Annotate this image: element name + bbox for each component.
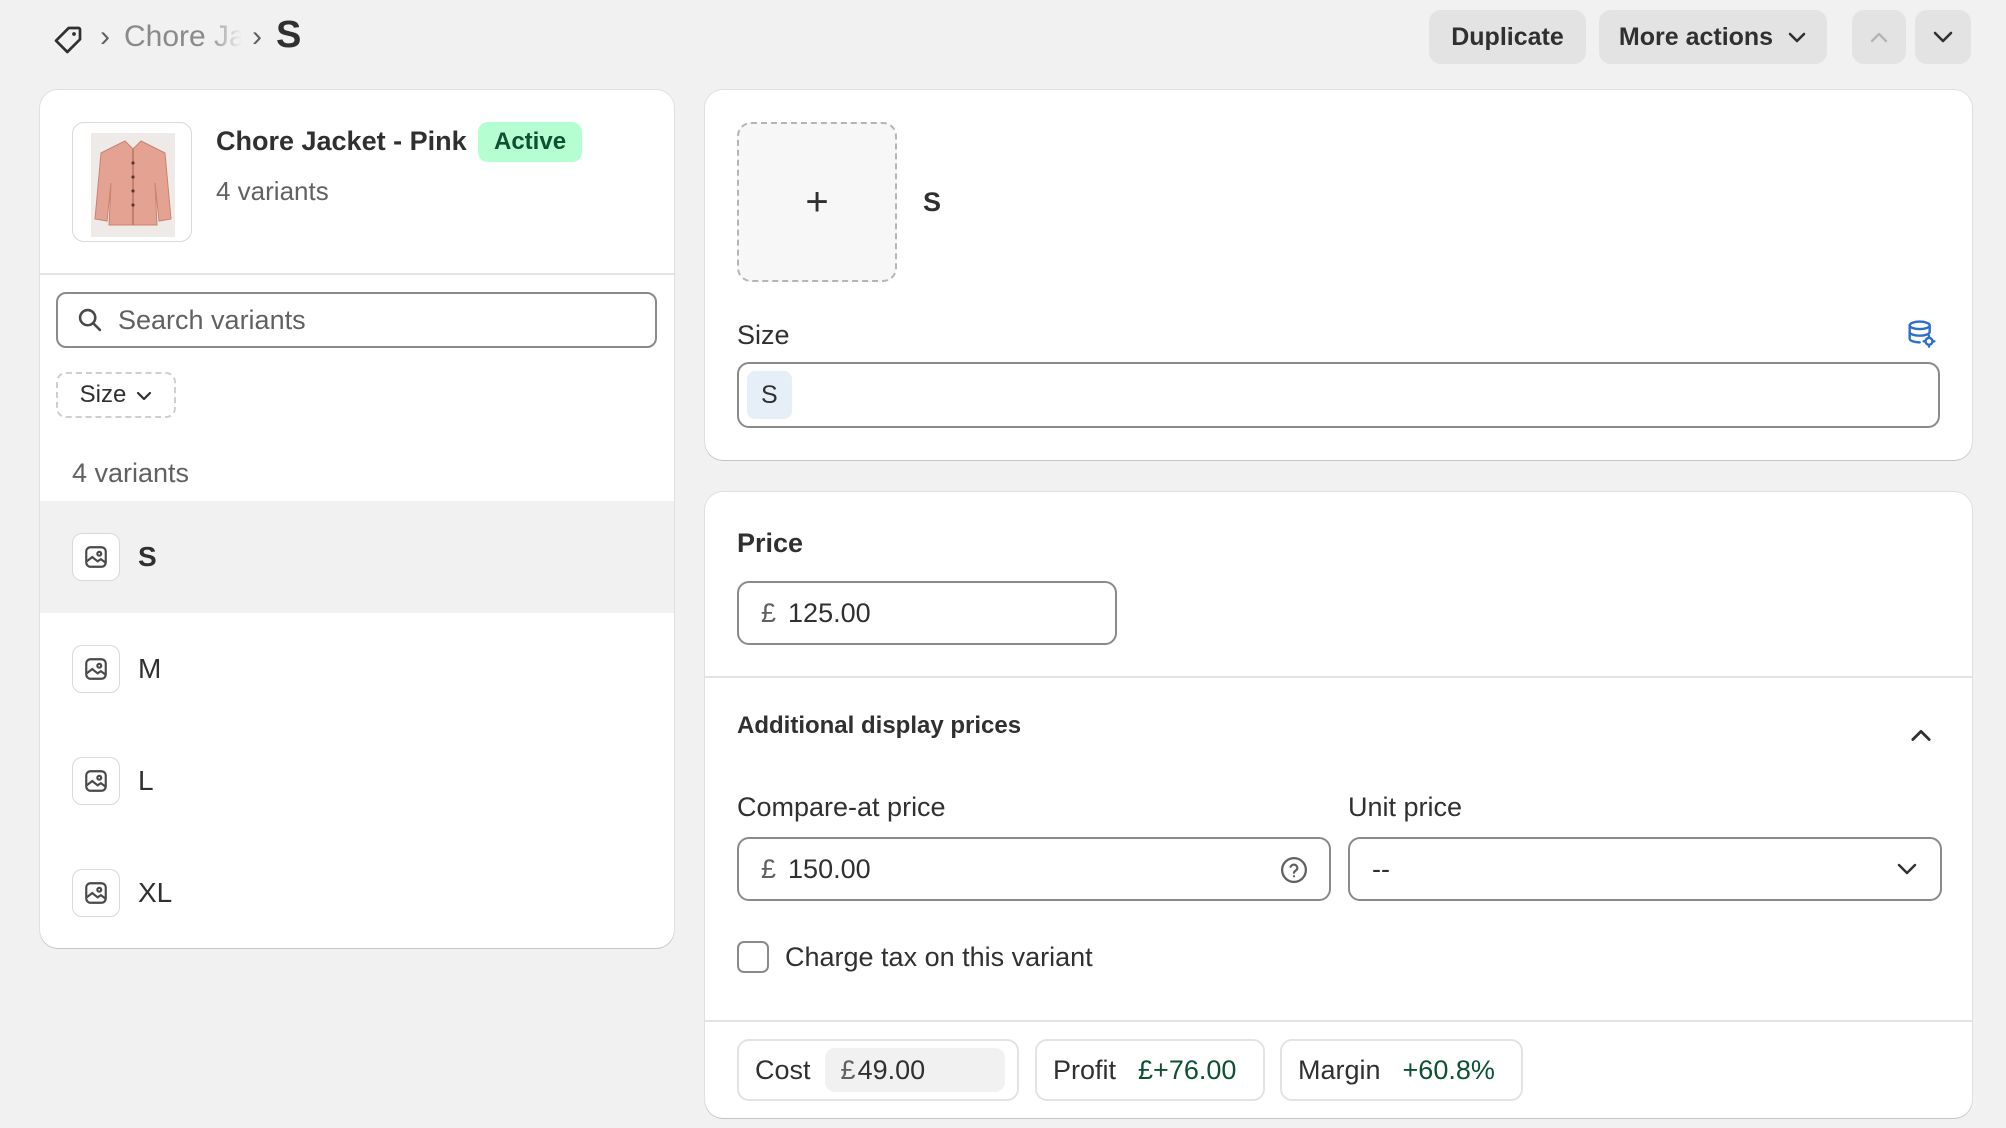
profit-label: Profit <box>1053 1054 1117 1085</box>
cost-input[interactable]: £ 49.00 <box>824 1048 1005 1092</box>
help-icon[interactable] <box>1279 855 1309 885</box>
chevron-down-icon <box>137 391 152 400</box>
price-section-title: Price <box>737 528 804 558</box>
image-placeholder-icon <box>72 533 120 581</box>
compare-at-price-label: Compare-at price <box>737 792 946 822</box>
size-filter-button[interactable]: Size <box>56 372 176 418</box>
more-actions-button[interactable]: More actions <box>1599 10 1827 64</box>
variant-label: M <box>138 653 162 684</box>
variant-title: S <box>923 187 942 217</box>
image-placeholder-icon <box>72 757 120 805</box>
jacket-image <box>91 133 175 237</box>
search-variants-input[interactable]: Search variants <box>56 292 657 348</box>
cost-label: Cost <box>755 1054 811 1085</box>
divider <box>705 676 1972 678</box>
add-media-button[interactable]: + <box>737 122 897 282</box>
compare-at-price-input[interactable]: £ 150.00 <box>737 837 1331 901</box>
cost-per-item-field[interactable]: Cost £ 49.00 <box>737 1039 1019 1101</box>
more-actions-label: More actions <box>1618 22 1774 51</box>
margin-label: Margin <box>1298 1054 1381 1085</box>
page-title: S <box>276 14 302 56</box>
charge-tax-checkbox[interactable] <box>737 941 769 973</box>
variant-list-item[interactable]: M <box>40 613 674 725</box>
chevron-down-icon <box>1933 31 1953 43</box>
margin-metric: Margin +60.8% <box>1280 1039 1523 1101</box>
unit-price-value: -- <box>1372 853 1390 884</box>
search-icon <box>78 308 102 332</box>
cost-value: 49.00 <box>857 1054 926 1085</box>
chevron-up-icon[interactable] <box>1907 722 1935 750</box>
previous-variant-button[interactable] <box>1852 10 1906 64</box>
variant-label: XL <box>138 877 173 908</box>
size-field-label: Size <box>737 320 790 350</box>
chevron-up-icon <box>1870 32 1888 43</box>
margin-value: +60.8% <box>1402 1054 1495 1085</box>
divider <box>40 273 674 275</box>
chevron-down-icon <box>1788 32 1806 43</box>
breadcrumb-separator: › <box>100 20 110 53</box>
divider <box>705 1020 1972 1022</box>
size-value-tag[interactable]: S <box>747 371 792 419</box>
profit-value: £+76.00 <box>1138 1054 1237 1085</box>
metafield-database-icon[interactable] <box>1905 318 1937 350</box>
price-value: 125.00 <box>788 597 871 628</box>
page-header: › Chore Jacket - Pink › S Duplicate More… <box>0 0 2006 76</box>
additional-prices-title[interactable]: Additional display prices <box>737 712 1021 740</box>
currency-symbol: £ <box>761 853 777 884</box>
currency-symbol: £ <box>761 597 777 628</box>
size-filter-label: Size <box>79 381 127 408</box>
product-name[interactable]: Chore Jacket - Pink <box>216 126 467 157</box>
variant-label: S <box>138 541 157 572</box>
breadcrumb-product-link[interactable]: Chore Jacket - Pink <box>124 20 242 54</box>
status-badge: Active <box>478 122 583 162</box>
duplicate-button[interactable]: Duplicate <box>1429 10 1586 64</box>
compare-at-price-value: 150.00 <box>788 853 871 884</box>
image-placeholder-icon <box>72 869 120 917</box>
unit-price-select[interactable]: -- <box>1348 837 1942 901</box>
variant-details-card: + S Size S <box>705 90 1972 460</box>
image-placeholder-icon <box>72 645 120 693</box>
product-thumbnail[interactable] <box>72 122 192 242</box>
price-input[interactable]: £ 125.00 <box>737 581 1117 645</box>
variant-list-count: 4 variants <box>72 458 190 488</box>
unit-price-label: Unit price <box>1348 792 1463 822</box>
tag-icon[interactable] <box>52 24 84 56</box>
variant-list-item[interactable]: XL <box>40 837 674 948</box>
product-variant-count: 4 variants <box>216 176 329 206</box>
charge-tax-label[interactable]: Charge tax on this variant <box>785 942 1093 973</box>
size-option-input[interactable]: S <box>737 362 1940 428</box>
variant-list-item[interactable]: S <box>40 501 674 613</box>
profit-metric: Profit £+76.00 <box>1035 1039 1265 1101</box>
breadcrumb-separator: › <box>252 20 262 53</box>
pricing-card: Price £ 125.00 Additional display prices… <box>705 492 1972 1118</box>
chevron-down-icon <box>1897 863 1917 875</box>
variant-list-item[interactable]: L <box>40 725 674 837</box>
currency-symbol: £ <box>840 1054 856 1085</box>
search-placeholder: Search variants <box>118 304 306 335</box>
plus-icon: + <box>805 179 829 224</box>
variant-label: L <box>138 765 154 796</box>
next-variant-button[interactable] <box>1915 10 1971 64</box>
variants-sidebar-card: Chore Jacket - Pink Active 4 variants Se… <box>40 90 674 948</box>
